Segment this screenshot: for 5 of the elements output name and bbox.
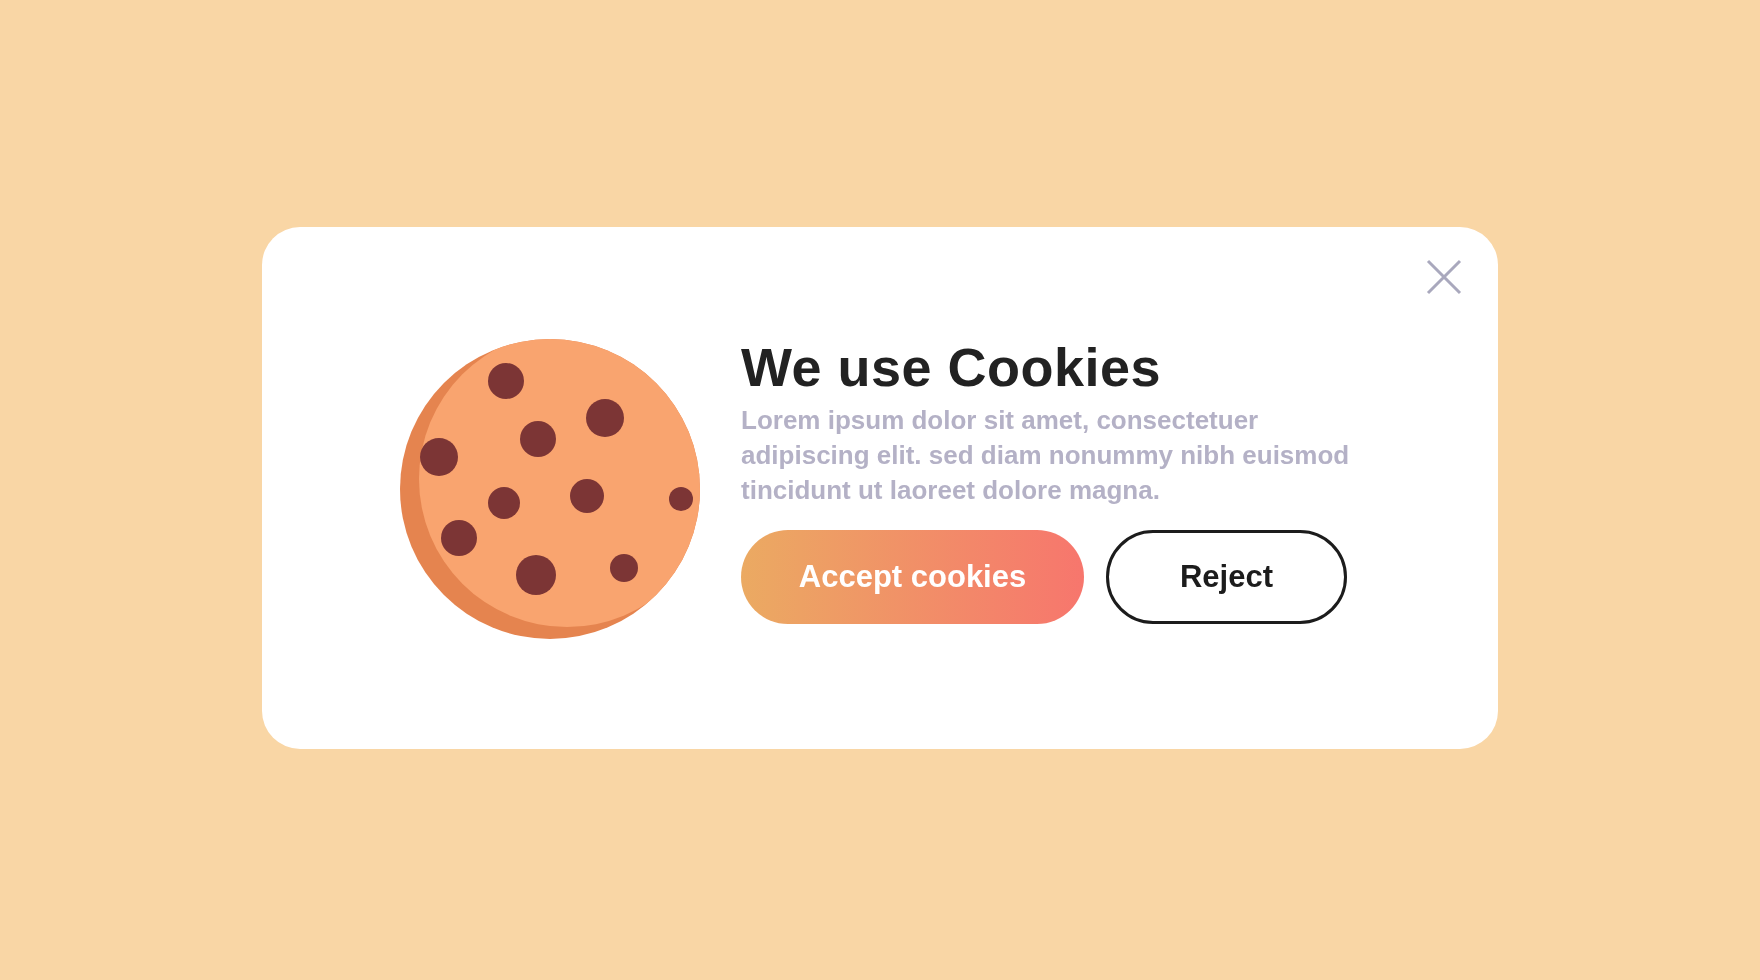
dialog-message: Lorem ipsum dolor sit amet, consectetuer adipiscing elit. sed diam nonummy nibh euismod tincidunt ut laoreet dolore magna.: [741, 404, 1351, 507]
dialog-title: We use Cookies: [741, 336, 1163, 399]
reject-button[interactable]: Reject: [1106, 530, 1347, 624]
close-icon[interactable]: [1426, 259, 1462, 295]
cookie-icon: [400, 339, 700, 639]
